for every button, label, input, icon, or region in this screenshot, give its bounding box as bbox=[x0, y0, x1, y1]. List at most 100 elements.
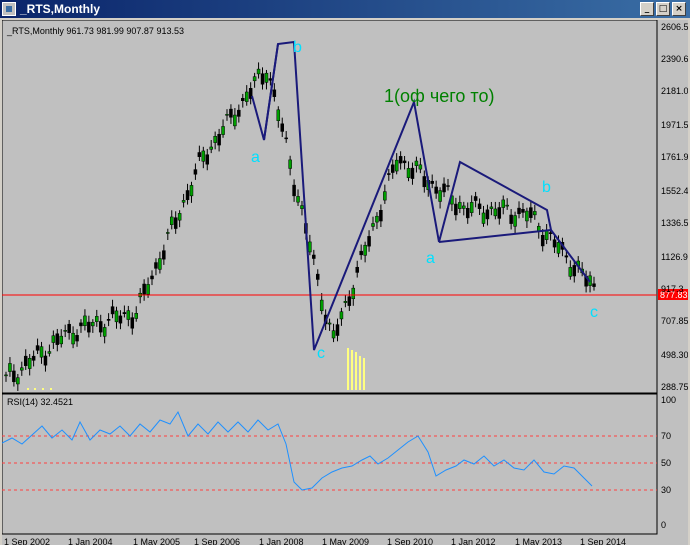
candle-body bbox=[205, 154, 210, 165]
candle-body bbox=[268, 78, 273, 81]
candle-body bbox=[193, 169, 198, 175]
candle-body bbox=[398, 156, 403, 164]
candle-body bbox=[481, 212, 486, 224]
candle-body bbox=[166, 232, 170, 234]
candle-body bbox=[552, 239, 557, 248]
candle-body bbox=[300, 205, 304, 209]
wave-b1-label: b bbox=[293, 39, 302, 56]
candle-body bbox=[43, 355, 48, 366]
rsi-tick-label: 50 bbox=[661, 458, 671, 468]
candle-body bbox=[244, 91, 249, 102]
window-title: _RTS,Monthly bbox=[20, 2, 100, 16]
wave-a2-label: a bbox=[426, 250, 435, 267]
candle-body bbox=[59, 335, 63, 345]
candle-body bbox=[237, 109, 241, 117]
maximize-button[interactable]: □ bbox=[656, 2, 670, 16]
candle-body bbox=[434, 186, 438, 194]
candle-body bbox=[256, 68, 261, 75]
candle-body bbox=[201, 150, 206, 162]
candle-body bbox=[572, 265, 577, 277]
candle-body bbox=[312, 254, 316, 259]
candle-body bbox=[71, 332, 75, 345]
price-chart-svg[interactable]: 877.83 1(оф чего то) a b c a b c _RTS,Mo… bbox=[2, 20, 688, 545]
x-tick-label: 1 May 2013 bbox=[515, 537, 562, 545]
candle-body bbox=[533, 211, 537, 216]
volume-bar bbox=[347, 348, 349, 390]
candle-body bbox=[343, 301, 348, 303]
candle-body bbox=[142, 283, 146, 295]
wave-a1-label: a bbox=[251, 149, 260, 166]
y-tick-label: 1126.9 bbox=[661, 252, 688, 262]
candle-body bbox=[197, 152, 202, 157]
wave-1-label: 1(оф чего то) bbox=[384, 86, 494, 106]
candle-body bbox=[418, 164, 423, 170]
candle-body bbox=[375, 215, 379, 223]
candle-body bbox=[319, 299, 324, 312]
candle-body bbox=[446, 185, 450, 187]
candle-body bbox=[521, 209, 525, 213]
candle-body bbox=[442, 183, 446, 193]
candle-body bbox=[288, 159, 292, 169]
candle-body bbox=[130, 317, 135, 329]
candle-body bbox=[493, 208, 498, 217]
candle-body bbox=[284, 137, 288, 140]
main-info-text: _RTS,Monthly 961.73 981.99 907.87 913.53 bbox=[6, 26, 184, 36]
x-tick-label: 1 Sep 2006 bbox=[194, 537, 240, 545]
candle-body bbox=[233, 114, 237, 127]
candle-body bbox=[114, 310, 119, 323]
candle-body bbox=[27, 357, 32, 369]
candle-body bbox=[556, 242, 561, 254]
candle-body bbox=[185, 190, 190, 201]
candle-body bbox=[327, 322, 332, 325]
candle-body bbox=[16, 377, 20, 385]
candle-body bbox=[221, 126, 225, 135]
candle-body bbox=[513, 215, 517, 227]
candle-body bbox=[118, 315, 123, 324]
candle-body bbox=[63, 330, 67, 332]
candle-body bbox=[280, 123, 284, 132]
candle-body bbox=[359, 250, 363, 256]
candle-body bbox=[462, 205, 466, 209]
candle-body bbox=[154, 262, 158, 269]
candle-body bbox=[509, 214, 513, 224]
minimize-button[interactable]: _ bbox=[640, 2, 654, 16]
candle-body bbox=[347, 296, 352, 306]
volume-bar bbox=[355, 352, 357, 390]
y-tick-label: 2390.65 bbox=[661, 54, 688, 64]
candle-body bbox=[272, 89, 277, 97]
rsi-y-axis: 100 70 50 30 0 bbox=[661, 395, 676, 530]
candle-body bbox=[473, 196, 478, 201]
chart-area[interactable]: 877.83 1(оф чего то) a b c a b c _RTS,Mo… bbox=[2, 20, 688, 545]
volume-bar bbox=[34, 388, 36, 390]
x-tick-label: 1 Jan 2004 bbox=[68, 537, 113, 545]
candle-body bbox=[252, 76, 257, 82]
close-button[interactable]: × bbox=[672, 2, 686, 16]
candle-body bbox=[296, 196, 300, 203]
x-tick-label: 1 Jan 2008 bbox=[259, 537, 304, 545]
wave-c2-label: c bbox=[590, 304, 598, 321]
candle-body bbox=[39, 346, 44, 358]
rsi-panel bbox=[2, 393, 658, 535]
candle-body bbox=[529, 207, 533, 218]
rsi-tick-label: 0 bbox=[661, 520, 666, 530]
candle-body bbox=[229, 108, 233, 118]
wave-b2-label: b bbox=[542, 179, 551, 196]
candle-body bbox=[106, 319, 111, 321]
y-tick-label: 1552.4 bbox=[661, 186, 688, 196]
candle-body bbox=[379, 210, 383, 222]
rsi-tick-label: 70 bbox=[661, 431, 671, 441]
candle-body bbox=[316, 273, 320, 280]
candle-body bbox=[150, 275, 154, 280]
candle-body bbox=[260, 73, 265, 85]
candle-body bbox=[55, 333, 60, 345]
wave-c1-label: c bbox=[317, 345, 325, 362]
candle-body bbox=[292, 184, 296, 197]
y-tick-label: 1336.5 bbox=[661, 218, 688, 228]
candle-body bbox=[181, 200, 186, 203]
candle-body bbox=[110, 306, 115, 315]
candle-body bbox=[67, 323, 71, 334]
candle-body bbox=[410, 167, 415, 179]
candle-body bbox=[454, 203, 458, 216]
candle-body bbox=[264, 72, 269, 83]
candle-body bbox=[134, 313, 138, 319]
